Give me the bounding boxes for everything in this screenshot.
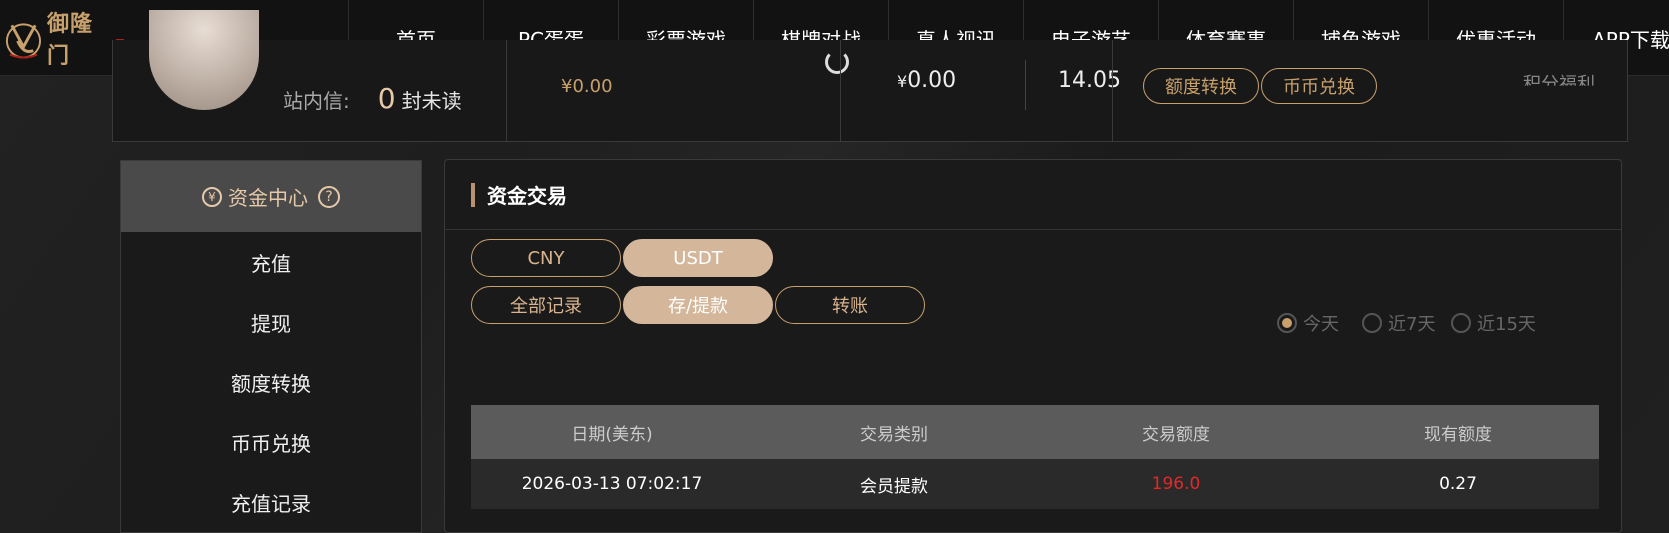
refresh-icon[interactable] bbox=[825, 50, 849, 74]
balance-secondary-value: 0.00 bbox=[907, 68, 957, 93]
help-icon[interactable]: ? bbox=[318, 185, 340, 208]
column-balance: 现有额度 bbox=[1424, 424, 1492, 445]
radio-icon bbox=[1362, 313, 1382, 333]
currency-symbol: ¥ bbox=[897, 72, 908, 91]
balance-secondary: ¥0.00 bbox=[897, 68, 956, 93]
sidebar-item-deposit-records[interactable]: 充值记录 bbox=[121, 472, 421, 532]
sidebar-header: ¥ 资金中心 ? bbox=[121, 161, 421, 232]
radio-selected-icon bbox=[1277, 313, 1297, 333]
inbox-summary[interactable]: 站内信: 0 封未读 bbox=[283, 82, 462, 115]
sidebar-title: 资金中心 bbox=[228, 186, 308, 210]
tab-deposit-withdraw[interactable]: 存/提款 bbox=[623, 286, 773, 324]
panel-header: 资金交易 bbox=[445, 160, 1621, 230]
range-today[interactable]: 今天 bbox=[1277, 310, 1339, 336]
cell-amount: 196.0 bbox=[1151, 474, 1201, 494]
range-label: 今天 bbox=[1303, 314, 1339, 335]
sidebar-item-coin-exchange[interactable]: 币币兑换 bbox=[121, 412, 421, 472]
column-amount: 交易额度 bbox=[1142, 424, 1210, 445]
points-link[interactable]: 积分福利 bbox=[1523, 70, 1595, 86]
sidebar-item-withdraw[interactable]: 提现 bbox=[121, 292, 421, 352]
table-row[interactable]: 2026-03-13 07:02:17 会员提款 196.0 0.27 bbox=[471, 459, 1599, 509]
title-accent-bar bbox=[471, 182, 475, 207]
tab-usdt[interactable]: USDT bbox=[623, 239, 773, 277]
divider bbox=[1025, 60, 1026, 110]
range-label: 近7天 bbox=[1388, 314, 1436, 335]
panel-title: 资金交易 bbox=[487, 184, 567, 208]
inbox-label: 站内信: bbox=[283, 89, 350, 113]
cell-balance: 0.27 bbox=[1439, 474, 1477, 494]
fund-center-sidebar: ¥ 资金中心 ? 充值 提现 额度转换 币币兑换 充值记录 bbox=[120, 160, 422, 533]
divider bbox=[1112, 40, 1113, 142]
cell-date: 2026-03-13 07:02:17 bbox=[521, 474, 703, 494]
sidebar-item-quota-transfer[interactable]: 额度转换 bbox=[121, 352, 421, 412]
tab-all-records[interactable]: 全部记录 bbox=[471, 286, 621, 324]
tab-transfer[interactable]: 转账 bbox=[775, 286, 925, 324]
account-panel: 站内信: 0 封未读 ¥0.00 ¥0.00 14.05 额度转换 币币兑换 积… bbox=[112, 10, 1628, 142]
dragon-logo-icon bbox=[5, 23, 42, 59]
fund-transactions-panel: 资金交易 CNY USDT 全部记录 存/提款 转账 今天 近7天 近15天 日… bbox=[444, 159, 1622, 533]
yuan-coin-icon: ¥ bbox=[202, 186, 222, 207]
range-15-days[interactable]: 近15天 bbox=[1451, 310, 1536, 336]
column-date: 日期(美东) bbox=[571, 424, 653, 445]
transactions-table: 日期(美东) 交易类别 交易额度 现有额度 2026-03-13 07:02:1… bbox=[471, 405, 1599, 509]
brand-logo[interactable]: 御隆门 bbox=[4, 10, 124, 69]
sidebar-item-deposit[interactable]: 充值 bbox=[121, 232, 421, 292]
brand-name: 御隆门 bbox=[46, 12, 93, 69]
range-7-days[interactable]: 近7天 bbox=[1362, 310, 1435, 336]
column-type: 交易类别 bbox=[860, 424, 928, 445]
inbox-unit: 封未读 bbox=[401, 89, 462, 113]
range-label: 近15天 bbox=[1477, 314, 1536, 335]
coin-exchange-button[interactable]: 币币兑换 bbox=[1261, 68, 1377, 104]
tab-cny[interactable]: CNY bbox=[471, 239, 621, 277]
avatar[interactable] bbox=[149, 10, 259, 110]
divider bbox=[840, 40, 841, 142]
quota-transfer-button[interactable]: 额度转换 bbox=[1143, 68, 1259, 104]
table-header: 日期(美东) 交易类别 交易额度 现有额度 bbox=[471, 405, 1599, 459]
cell-type: 会员提款 bbox=[860, 476, 928, 497]
radio-icon bbox=[1451, 313, 1471, 333]
balance-main: ¥0.00 bbox=[561, 76, 613, 97]
divider bbox=[506, 40, 507, 142]
inbox-count: 0 bbox=[377, 82, 396, 115]
